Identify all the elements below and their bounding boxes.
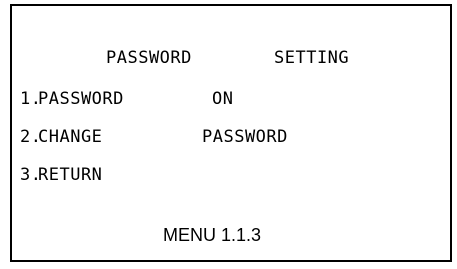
menu-item-label: PASSWORD [38, 89, 124, 109]
menu-item-label: RETURN [38, 165, 103, 185]
menu-item-value: PASSWORD [202, 127, 288, 147]
menu-code-label: MENU 1.1.3 [163, 225, 262, 245]
menu-item-label: CHANGE [38, 127, 103, 147]
menu-title-left: PASSWORD [106, 48, 192, 68]
menu-title-right: SETTING [274, 48, 350, 68]
osd-menu-panel: PASSWORD SETTING 1. PASSWORD ON 2. CHANG… [10, 4, 452, 262]
menu-item-value: ON [212, 89, 234, 109]
